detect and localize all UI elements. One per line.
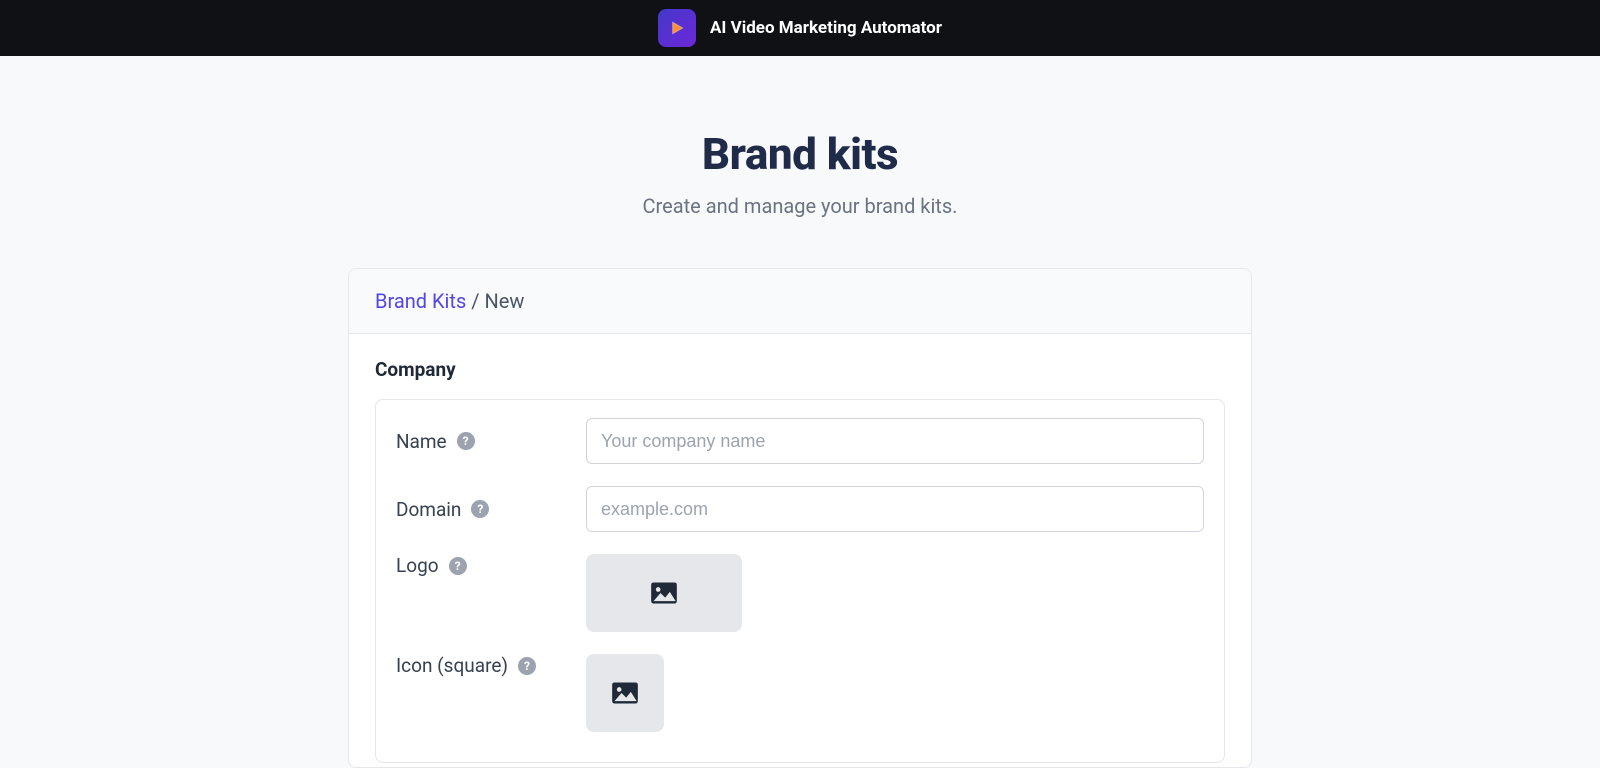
breadcrumb: Brand Kits / New [349, 269, 1251, 334]
breadcrumb-root-link[interactable]: Brand Kits [375, 289, 466, 313]
logo-label: Logo [396, 554, 439, 577]
name-input[interactable] [586, 418, 1204, 464]
row-icon: Icon (square) ? [396, 654, 1204, 732]
domain-label: Domain [396, 498, 461, 521]
app-logo-icon [658, 9, 696, 47]
domain-input[interactable] [586, 486, 1204, 532]
topbar: AI Video Marketing Automator [0, 0, 1600, 56]
company-section-title: Company [375, 358, 1225, 381]
logo-label-wrap: Logo ? [396, 554, 586, 577]
breadcrumb-separator: / [466, 289, 484, 313]
help-icon[interactable]: ? [518, 657, 536, 675]
help-icon[interactable]: ? [457, 432, 475, 450]
breadcrumb-current: New [484, 289, 524, 313]
name-label: Name [396, 430, 447, 453]
app-title: AI Video Marketing Automator [710, 18, 942, 38]
page-header: Brand kits Create and manage your brand … [0, 56, 1600, 218]
row-name: Name ? [396, 418, 1204, 464]
domain-label-wrap: Domain ? [396, 498, 586, 521]
page-title: Brand kits [0, 128, 1600, 180]
row-logo: Logo ? [396, 554, 1204, 632]
logo-upload-button[interactable] [586, 554, 742, 632]
company-form-panel: Name ? Domain ? Logo ? [375, 399, 1225, 763]
help-icon[interactable]: ? [471, 500, 489, 518]
icon-upload-button[interactable] [586, 654, 664, 732]
name-label-wrap: Name ? [396, 430, 586, 453]
company-section: Company Name ? Domain ? Logo ? [349, 334, 1251, 767]
icon-label-wrap: Icon (square) ? [396, 654, 586, 677]
help-icon[interactable]: ? [449, 557, 467, 575]
image-icon [650, 581, 678, 605]
brandkit-form-card: Brand Kits / New Company Name ? Domain ? [348, 268, 1252, 768]
image-icon [611, 681, 639, 705]
page-subtitle: Create and manage your brand kits. [0, 194, 1600, 218]
icon-label: Icon (square) [396, 654, 508, 677]
row-domain: Domain ? [396, 486, 1204, 532]
